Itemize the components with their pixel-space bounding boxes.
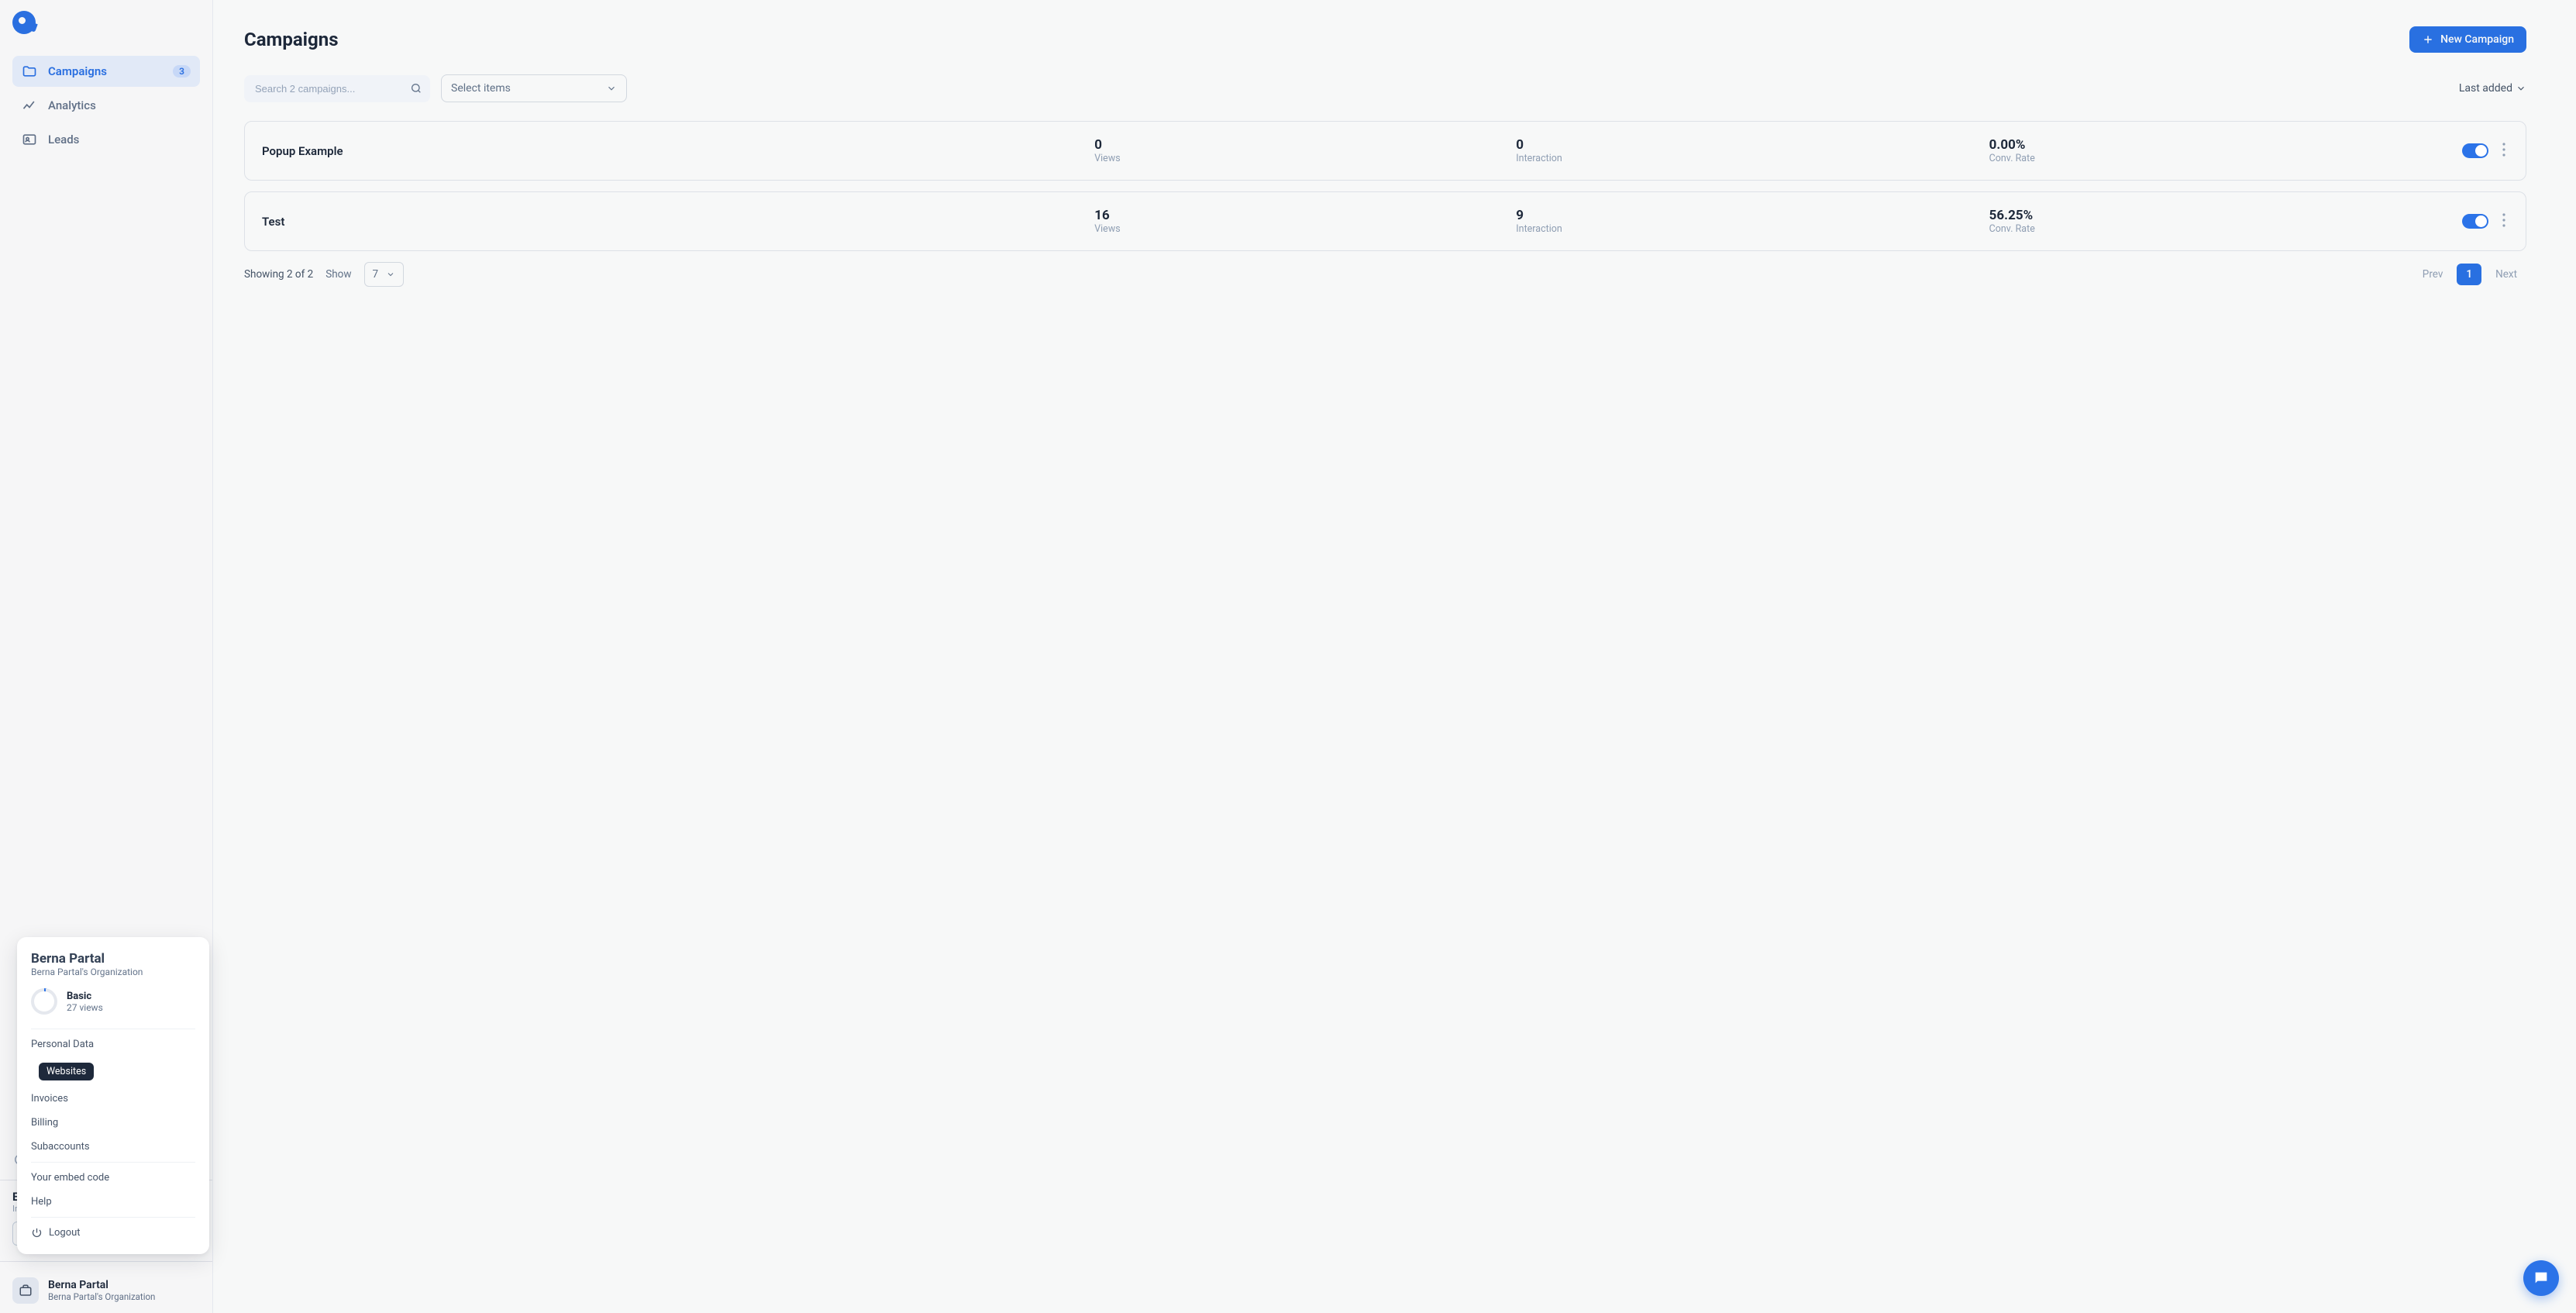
conv-value: 56.25%: [1989, 208, 2451, 223]
pager-next[interactable]: Next: [2486, 264, 2526, 285]
interaction-label: Interaction: [1516, 153, 1978, 164]
plus-icon: [2422, 33, 2434, 46]
plan-usage: 27 views: [67, 1002, 103, 1013]
popover-item-help[interactable]: Help: [17, 1190, 209, 1214]
campaign-name[interactable]: Popup Example: [262, 144, 1083, 158]
search-icon: [410, 82, 422, 95]
views-value: 0: [1094, 137, 1505, 153]
row-menu-button[interactable]: [2499, 140, 2509, 163]
briefcase-icon: [19, 1284, 33, 1297]
conv-value: 0.00%: [1989, 137, 2451, 153]
conv-label: Conv. Rate: [1989, 223, 2451, 235]
pager-showing: Showing 2 of 2: [244, 268, 313, 281]
popover-item-personal-data[interactable]: Personal Data: [17, 1032, 209, 1056]
interaction-label: Interaction: [1516, 223, 1978, 235]
popover-item-subaccounts[interactable]: Subaccounts: [17, 1135, 209, 1159]
account-popover: Berna Partal Berna Partal's Organization…: [17, 937, 209, 1254]
campaign-row: Test 16 Views 9 Interaction 56.25% Conv.…: [244, 191, 2526, 251]
plan-name: Basic: [67, 991, 103, 1002]
page-size-select[interactable]: 7: [364, 262, 405, 287]
campaign-toggle[interactable]: [2462, 214, 2488, 229]
sidebar-item-label: Campaigns: [48, 64, 107, 78]
views-label: Views: [1094, 153, 1505, 164]
pager-prev[interactable]: Prev: [2413, 264, 2453, 285]
sidebar-item-label: Analytics: [48, 98, 96, 112]
chevron-down-icon: [2516, 83, 2526, 94]
sidebar-account[interactable]: Berna Partal Berna Partal's Organization: [0, 1270, 212, 1304]
interaction-value: 0: [1516, 137, 1978, 153]
sidebar-item-campaigns[interactable]: Campaigns 3: [12, 56, 200, 87]
plan-progress-ring: [31, 988, 57, 1015]
interaction-value: 9: [1516, 208, 1978, 223]
search-input[interactable]: [244, 75, 430, 102]
new-campaign-label: New Campaign: [2440, 33, 2514, 46]
kebab-icon: [2502, 213, 2505, 227]
sort-dropdown[interactable]: Last added: [2459, 82, 2526, 95]
account-name: Berna Partal: [48, 1279, 155, 1291]
app-logo[interactable]: [12, 11, 36, 34]
sort-label: Last added: [2459, 82, 2512, 95]
popover-item-websites[interactable]: Websites: [17, 1056, 209, 1087]
popover-item-embed-code[interactable]: Your embed code: [17, 1166, 209, 1190]
kebab-icon: [2502, 143, 2505, 157]
sidebar-badge: 3: [173, 65, 191, 78]
popover-item-logout[interactable]: Logout: [17, 1221, 209, 1245]
power-icon: [31, 1227, 43, 1239]
folder-icon: [22, 64, 37, 79]
sidebar-item-label: Leads: [48, 133, 79, 146]
chat-bubble-icon: [2533, 1270, 2550, 1287]
chat-fab[interactable]: [2523, 1260, 2559, 1296]
page-size-value: 7: [373, 268, 379, 281]
items-select[interactable]: Select items: [441, 74, 627, 102]
campaign-row: Popup Example 0 Views 0 Interaction 0.00…: [244, 121, 2526, 181]
popover-item-billing[interactable]: Billing: [17, 1111, 209, 1135]
select-placeholder: Select items: [451, 82, 511, 95]
account-org: Berna Partal's Organization: [48, 1291, 155, 1302]
row-menu-button[interactable]: [2499, 210, 2509, 233]
popover-item-invoices[interactable]: Invoices: [17, 1087, 209, 1111]
new-campaign-button[interactable]: New Campaign: [2409, 26, 2526, 53]
avatar: [12, 1277, 39, 1304]
chart-line-icon: [22, 98, 37, 113]
chevron-down-icon: [606, 83, 617, 94]
campaign-name[interactable]: Test: [262, 215, 1083, 229]
views-value: 16: [1094, 208, 1505, 223]
conv-label: Conv. Rate: [1989, 153, 2451, 164]
pager-current[interactable]: 1: [2457, 264, 2481, 285]
page-title: Campaigns: [244, 29, 339, 50]
sidebar-item-analytics[interactable]: Analytics: [12, 90, 200, 121]
sidebar-item-leads[interactable]: Leads: [12, 124, 200, 155]
id-card-icon: [22, 132, 37, 147]
popover-org: Berna Partal's Organization: [31, 967, 195, 977]
popover-name: Berna Partal: [31, 951, 195, 967]
pager-show-label: Show: [325, 268, 351, 281]
campaign-toggle[interactable]: [2462, 143, 2488, 158]
chevron-down-icon: [386, 270, 395, 279]
views-label: Views: [1094, 223, 1505, 235]
